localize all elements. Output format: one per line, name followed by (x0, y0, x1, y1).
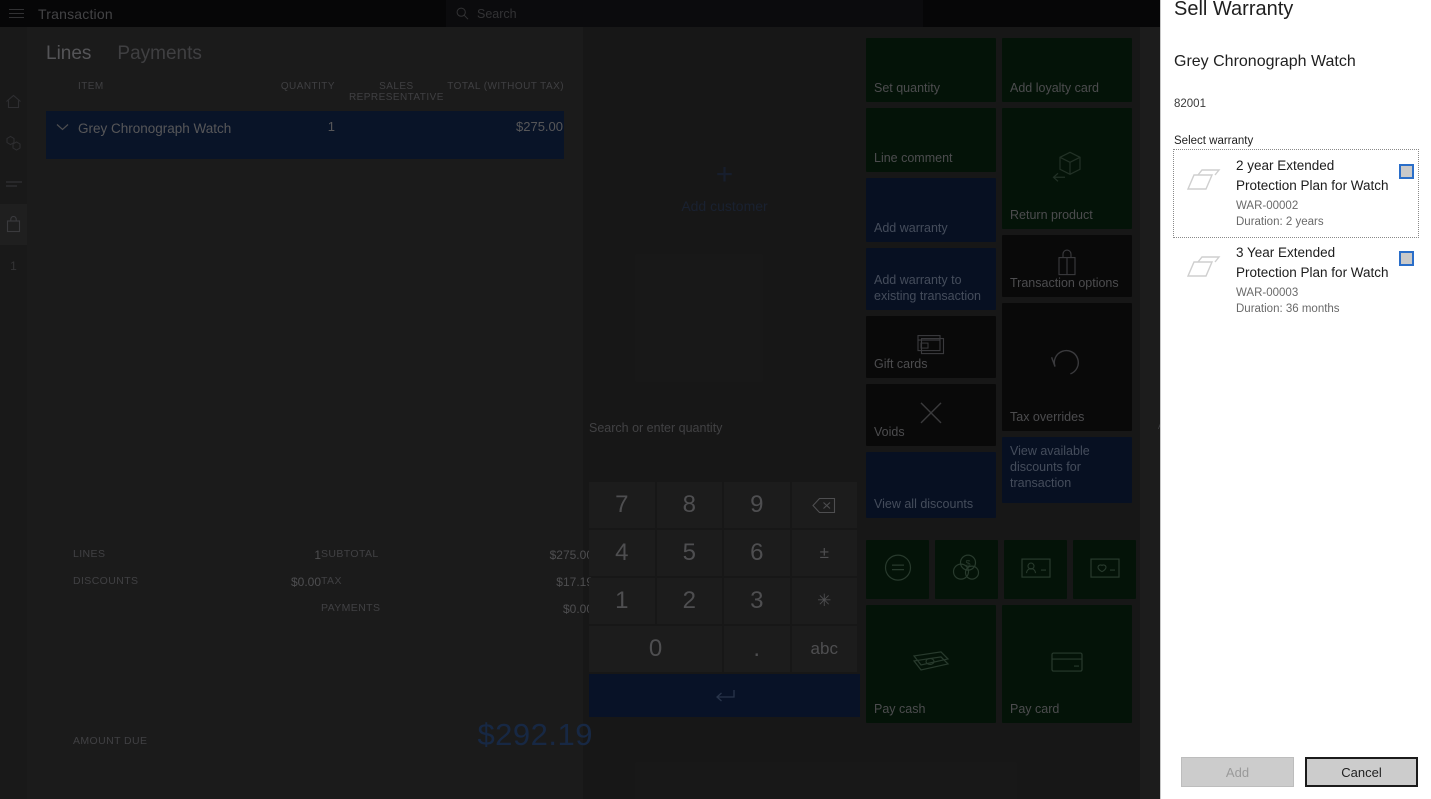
dialog-actions: Add Cancel (1174, 757, 1418, 787)
dialog-product-id: 82001 (1174, 98, 1206, 110)
warranty-details: 2 year Extended Protection Plan for Watc… (1236, 156, 1399, 230)
warranty-checkbox[interactable] (1399, 251, 1414, 266)
list-item[interactable]: 2 year Extended Protection Plan for Watc… (1173, 149, 1419, 238)
warranty-details: 3 Year Extended Protection Plan for Watc… (1236, 243, 1399, 317)
warranty-list: 2 year Extended Protection Plan for Watc… (1173, 149, 1419, 324)
pos-application: Transaction Search 1 Lines Payments ITEM… (0, 0, 1431, 799)
warranty-name: 3 Year Extended Protection Plan for Watc… (1236, 245, 1389, 280)
warranty-duration: Duration: 2 years (1236, 216, 1324, 228)
dialog-product-name: Grey Chronograph Watch (1174, 53, 1356, 70)
folder-icon (1178, 243, 1236, 285)
cancel-button[interactable]: Cancel (1305, 757, 1418, 787)
warranty-name: 2 year Extended Protection Plan for Watc… (1236, 158, 1389, 193)
list-item[interactable]: 3 Year Extended Protection Plan for Watc… (1174, 237, 1418, 324)
warranty-code: WAR-00002 (1236, 200, 1299, 212)
warranty-duration: Duration: 36 months (1236, 303, 1340, 315)
select-warranty-label: Select warranty (1174, 135, 1254, 147)
sell-warranty-dialog: Sell Warranty Grey Chronograph Watch 820… (1160, 0, 1431, 799)
add-button[interactable]: Add (1181, 757, 1294, 787)
dialog-title: Sell Warranty (1174, 0, 1294, 20)
warranty-checkbox[interactable] (1399, 164, 1414, 179)
folder-icon (1178, 156, 1236, 198)
warranty-code: WAR-00003 (1236, 287, 1299, 299)
